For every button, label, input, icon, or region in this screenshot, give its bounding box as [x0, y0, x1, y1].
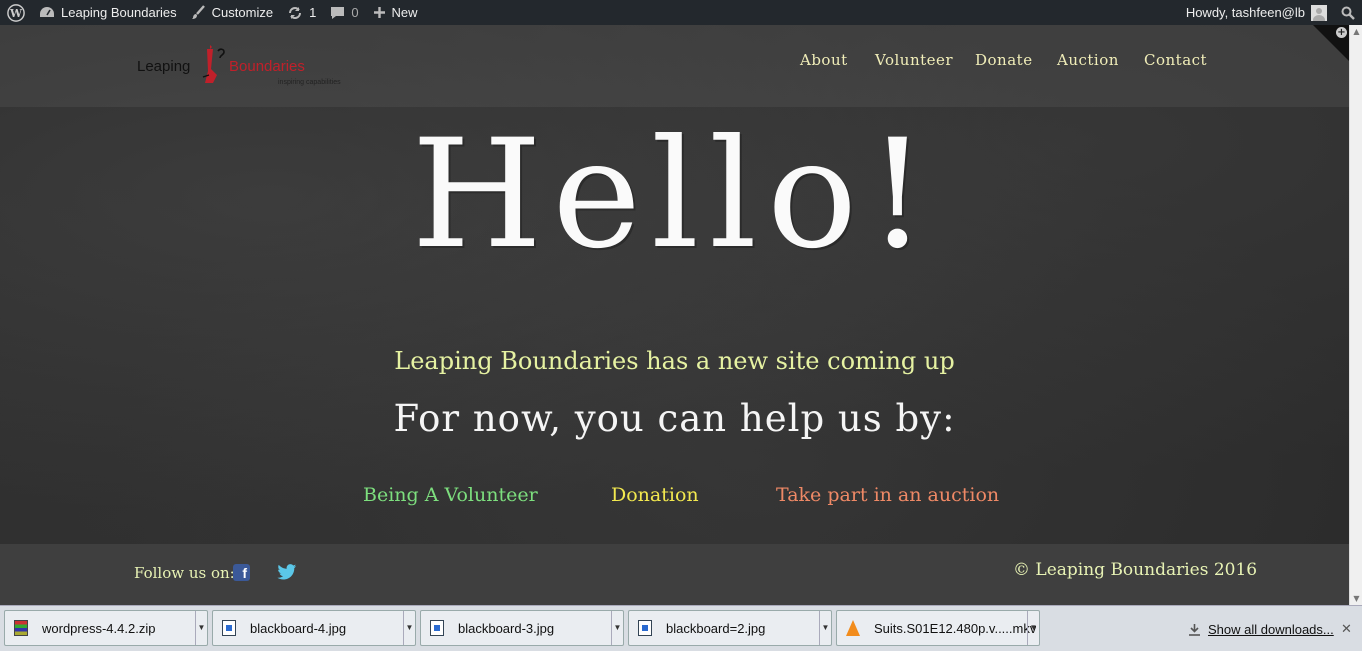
follow-us-label: Follow us on: — [134, 564, 235, 582]
comment-icon — [331, 6, 345, 19]
help-heading: For now, you can help us by: — [393, 397, 956, 440]
greeting-text: Howdy, tashfeen@lb — [1185, 5, 1305, 20]
new-label: New — [391, 5, 418, 20]
close-icon[interactable]: ✕ — [1341, 621, 1352, 637]
scroll-up-arrow-icon[interactable]: ▲ — [1350, 25, 1362, 38]
updates-icon — [289, 6, 302, 19]
hero-title: Hello! — [411, 108, 938, 282]
plus-icon — [373, 7, 385, 18]
nav-contact[interactable]: Contact — [1144, 51, 1207, 69]
search-icon — [1341, 6, 1355, 20]
download-item[interactable]: blackboard=2.jpg ▼ — [628, 610, 832, 646]
plus-circle-icon[interactable]: + — [1336, 27, 1347, 38]
chevron-down-icon[interactable]: ▼ — [819, 611, 831, 645]
facebook-icon[interactable]: f — [233, 564, 250, 581]
site-footer: Follow us on: f © Leaping Boundaries 201… — [0, 544, 1349, 605]
download-item[interactable]: blackboard-3.jpg ▼ — [420, 610, 624, 646]
show-all-label: Show all downloads... — [1208, 622, 1334, 637]
site-name-link[interactable]: Leaping Boundaries — [32, 0, 184, 25]
auction-link[interactable]: Take part in an auction — [776, 484, 999, 506]
image-icon — [222, 620, 236, 636]
donation-link[interactable]: Donation — [611, 484, 699, 506]
nav-about[interactable]: About — [800, 51, 848, 69]
download-filename: blackboard=2.jpg — [666, 620, 766, 636]
download-filename: blackboard-4.jpg — [250, 620, 347, 636]
logo-word-leaping: Leaping — [137, 58, 191, 75]
my-account-link[interactable]: Howdy, tashfeen@lb — [1179, 0, 1334, 25]
volunteer-link[interactable]: Being A Volunteer — [363, 484, 538, 506]
site-header: Leaping Boundaries inspiring capabilitie… — [0, 25, 1349, 107]
page-viewport: Leaping Boundaries inspiring capabilitie… — [0, 25, 1349, 605]
nav-donate[interactable]: Donate — [975, 51, 1033, 69]
download-icon — [1189, 624, 1200, 636]
image-icon — [430, 620, 444, 636]
site-name-label: Leaping Boundaries — [61, 5, 177, 20]
download-filename: wordpress-4.4.2.zip — [42, 620, 156, 636]
copyright-text: © Leaping Boundaries 2016 — [1013, 560, 1258, 580]
download-item[interactable]: wordpress-4.4.2.zip ▼ — [4, 610, 208, 646]
chevron-down-icon[interactable]: ▼ — [195, 611, 207, 645]
twitter-icon[interactable] — [277, 564, 297, 581]
logo-word-boundaries: Boundaries — [229, 58, 305, 75]
show-all-downloads-link[interactable]: Show all downloads... — [1188, 622, 1334, 637]
downloads-shelf: wordpress-4.4.2.zip ▼ blackboard-4.jpg ▼… — [0, 605, 1362, 651]
logo-figure-icon — [202, 45, 225, 83]
updates-link[interactable]: 1 — [280, 0, 323, 25]
scroll-down-arrow-icon[interactable]: ▼ — [1350, 592, 1362, 605]
brush-icon — [191, 5, 205, 19]
comments-link[interactable]: 0 — [323, 0, 365, 25]
new-content-link[interactable]: New — [366, 0, 425, 25]
nav-volunteer[interactable]: Volunteer — [875, 51, 953, 69]
page-scrollbar[interactable]: ▲ ▼ — [1349, 25, 1362, 605]
image-icon — [638, 620, 652, 636]
svg-text:W: W — [9, 7, 23, 20]
updates-count: 1 — [309, 5, 317, 20]
avatar — [1311, 4, 1327, 21]
site-logo[interactable]: Leaping Boundaries inspiring capabilitie… — [137, 43, 359, 91]
download-item[interactable]: Suits.S01E12.480p.v.....mkv ▼ — [836, 610, 1040, 646]
customize-label: Customize — [211, 5, 274, 20]
admin-bar: W Leaping Boundaries Customize 1 0 New H… — [0, 0, 1362, 25]
nav-auction[interactable]: Auction — [1057, 51, 1119, 69]
comments-count: 0 — [351, 5, 359, 20]
customize-link[interactable]: Customize — [184, 0, 280, 25]
download-filename: blackboard-3.jpg — [458, 620, 555, 636]
download-item[interactable]: blackboard-4.jpg ▼ — [212, 610, 416, 646]
chevron-down-icon[interactable]: ▼ — [1027, 611, 1039, 645]
vlc-icon — [846, 620, 860, 636]
download-filename: Suits.S01E12.480p.v.....mkv — [874, 620, 1037, 636]
coming-soon-subtitle: Leaping Boundaries has a new site coming… — [394, 347, 955, 375]
zip-icon — [14, 620, 28, 636]
admin-search-button[interactable] — [1334, 0, 1362, 25]
logo-tagline: inspiring capabilities — [278, 79, 341, 86]
dashboard-icon — [40, 6, 54, 17]
wordpress-logo-icon[interactable]: W — [0, 0, 32, 25]
chevron-down-icon[interactable]: ▼ — [403, 611, 415, 645]
chevron-down-icon[interactable]: ▼ — [611, 611, 623, 645]
